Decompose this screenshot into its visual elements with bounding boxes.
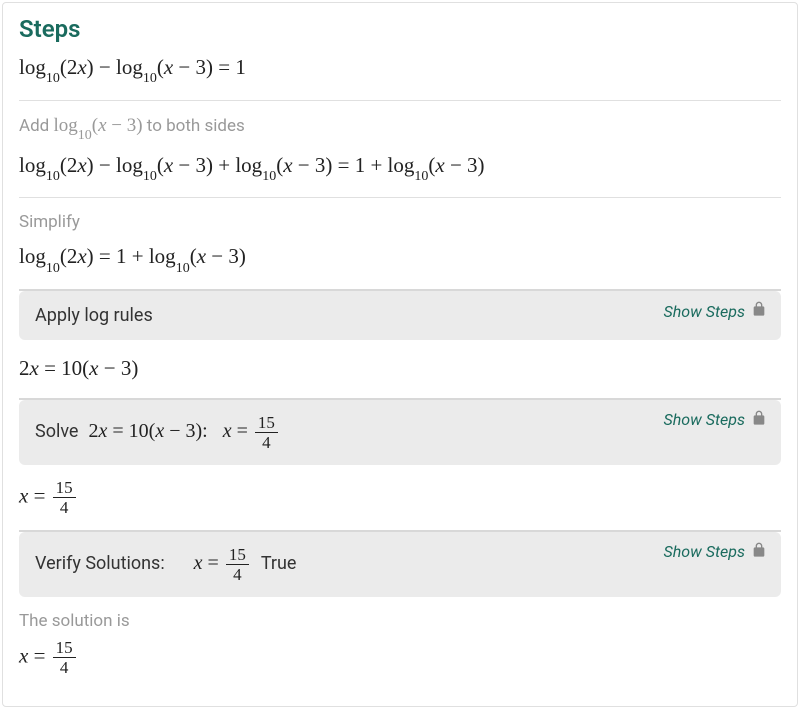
final-result: x = 154 xyxy=(19,639,781,676)
panel-title: Steps xyxy=(19,15,781,43)
step2-instruction: Simplify xyxy=(19,212,781,232)
step1-result: log10(2x) − log10(x − 3) + log10(x − 3) … xyxy=(19,151,781,184)
step4-label: Solve 2x = 10(x − 3): x = 154 xyxy=(35,414,280,451)
step3-box: Apply log rules Show Steps xyxy=(19,291,781,340)
lock-icon xyxy=(751,410,767,430)
show-steps-link[interactable]: Show Steps xyxy=(664,410,767,430)
lock-icon xyxy=(751,301,767,321)
divider xyxy=(19,100,781,101)
step4-result: x = 154 xyxy=(19,479,781,516)
steps-panel: Steps log10(2x) − log10(x − 3) = 1 Add l… xyxy=(2,2,798,707)
step4-box: Solve 2x = 10(x − 3): x = 154 Show Steps xyxy=(19,400,781,465)
show-steps-link[interactable]: Show Steps xyxy=(664,542,767,562)
divider xyxy=(19,197,781,198)
lock-icon xyxy=(751,542,767,562)
step5-label: Verify Solutions: x = 154 True xyxy=(35,546,296,583)
show-steps-link[interactable]: Show Steps xyxy=(664,301,767,321)
final-label: The solution is xyxy=(19,611,781,631)
step5-box: Verify Solutions: x = 154 True Show Step… xyxy=(19,532,781,597)
original-equation: log10(2x) − log10(x − 3) = 1 xyxy=(19,53,781,86)
step3-result: 2x = 10(x − 3) xyxy=(19,354,781,383)
step3-label: Apply log rules xyxy=(35,305,153,326)
step1-instruction: Add log10(x − 3) to both sides xyxy=(19,115,781,141)
step2-result: log10(2x) = 1 + log10(x − 3) xyxy=(19,242,781,275)
